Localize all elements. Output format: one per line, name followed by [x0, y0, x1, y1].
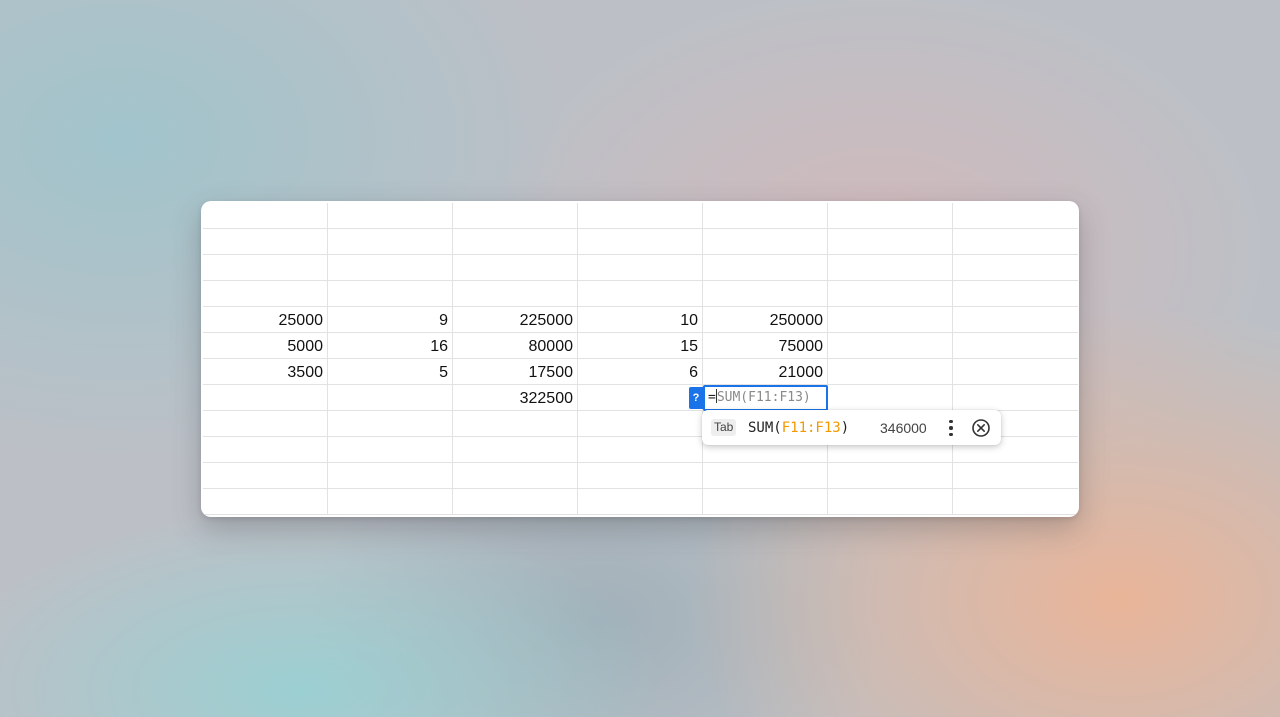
grid-cell[interactable]: [578, 437, 703, 463]
grid-cell[interactable]: [703, 255, 828, 281]
grid-cell[interactable]: [578, 489, 703, 515]
grid-cell[interactable]: [453, 255, 578, 281]
grid-cell[interactable]: 6: [578, 359, 703, 385]
grid-cell[interactable]: [578, 385, 703, 411]
formula-cell-editor[interactable]: =SUM(F11:F13): [703, 385, 828, 411]
editor-typed-text: =: [708, 390, 716, 405]
grid-cell[interactable]: [328, 281, 453, 307]
grid-cell[interactable]: [328, 229, 453, 255]
tab-key-hint: Tab: [711, 419, 737, 436]
grid-cell[interactable]: [828, 463, 953, 489]
grid-cell[interactable]: [328, 411, 453, 437]
grid-cell[interactable]: [828, 203, 953, 229]
grid-cell[interactable]: [203, 255, 328, 281]
grid-cell[interactable]: [328, 203, 453, 229]
grid-cell[interactable]: 75000: [703, 333, 828, 359]
grid-cell[interactable]: [953, 307, 1078, 333]
grid-cell[interactable]: [828, 385, 953, 411]
formula-help-button[interactable]: ?: [689, 387, 703, 409]
more-vertical-icon[interactable]: [943, 416, 959, 440]
grid-cell[interactable]: [953, 385, 1078, 411]
grid-cell[interactable]: [578, 281, 703, 307]
grid-cell[interactable]: 80000: [453, 333, 578, 359]
grid-cell[interactable]: [453, 229, 578, 255]
grid-cell[interactable]: [578, 229, 703, 255]
grid-cell[interactable]: [953, 281, 1078, 307]
grid-cell[interactable]: 25000: [203, 307, 328, 333]
grid-cell[interactable]: [703, 203, 828, 229]
grid-cell[interactable]: [578, 411, 703, 437]
grid-cell[interactable]: [203, 203, 328, 229]
suggested-formula[interactable]: SUM(F11:F13): [748, 419, 849, 437]
suggested-function-close: ): [840, 420, 850, 436]
grid-cell[interactable]: 10: [578, 307, 703, 333]
grid-cell[interactable]: [328, 255, 453, 281]
grid-cell[interactable]: [953, 489, 1078, 515]
spreadsheet-window: 25000 9 225000 10 250000 5000 16 80000 15 75000 35…: [201, 201, 1079, 517]
grid-cell[interactable]: [453, 437, 578, 463]
grid-cell[interactable]: [328, 463, 453, 489]
grid-cell[interactable]: [203, 489, 328, 515]
grid-cell[interactable]: [703, 229, 828, 255]
grid-cell[interactable]: [203, 411, 328, 437]
grid-cell[interactable]: [703, 463, 828, 489]
grid-cell[interactable]: [828, 255, 953, 281]
grid-cell[interactable]: [953, 203, 1078, 229]
grid-cell[interactable]: 5: [328, 359, 453, 385]
editor-autocomplete-ghost: SUM(F11:F13): [716, 390, 811, 405]
grid-cell[interactable]: [203, 229, 328, 255]
grid-cell[interactable]: 225000: [453, 307, 578, 333]
grid-cell[interactable]: [203, 437, 328, 463]
grid-cell[interactable]: [453, 281, 578, 307]
grid-cell[interactable]: [828, 359, 953, 385]
grid-cell[interactable]: 250000: [703, 307, 828, 333]
grid-cell[interactable]: [828, 489, 953, 515]
grid-cell[interactable]: [203, 463, 328, 489]
grid-cell[interactable]: [953, 463, 1078, 489]
grid-cell[interactable]: 17500: [453, 359, 578, 385]
grid-cell[interactable]: [328, 385, 453, 411]
grid-cell[interactable]: [203, 385, 328, 411]
suggested-result-preview: 346000: [880, 420, 927, 436]
grid-cell[interactable]: [828, 333, 953, 359]
spreadsheet-grid: 25000 9 225000 10 250000 5000 16 80000 15 75000 35…: [201, 201, 1079, 517]
close-circle-icon[interactable]: [971, 418, 991, 438]
formula-suggestion-popup: Tab SUM(F11:F13) 346000: [702, 410, 1001, 445]
grid-cell[interactable]: [203, 281, 328, 307]
grid-cell[interactable]: 322500: [453, 385, 578, 411]
grid-cell[interactable]: [578, 203, 703, 229]
grid-cell[interactable]: [828, 307, 953, 333]
grid-cell[interactable]: [328, 437, 453, 463]
suggested-range: F11:F13: [781, 420, 841, 436]
grid-cell[interactable]: 9: [328, 307, 453, 333]
grid-cell[interactable]: 16: [328, 333, 453, 359]
grid-cell[interactable]: [453, 463, 578, 489]
grid-cell[interactable]: [328, 489, 453, 515]
grid-cell[interactable]: [578, 255, 703, 281]
grid-cell[interactable]: [828, 281, 953, 307]
grid-cell[interactable]: [578, 463, 703, 489]
grid-cell[interactable]: [953, 255, 1078, 281]
grid-cell[interactable]: [953, 229, 1078, 255]
grid-cell[interactable]: [453, 411, 578, 437]
grid-cell[interactable]: [453, 203, 578, 229]
grid-cell[interactable]: [953, 359, 1078, 385]
grid-cell[interactable]: [453, 489, 578, 515]
grid-cell[interactable]: [703, 489, 828, 515]
grid-cell[interactable]: 3500: [203, 359, 328, 385]
grid-cell[interactable]: [703, 281, 828, 307]
grid-cell[interactable]: 5000: [203, 333, 328, 359]
grid-cell[interactable]: [828, 229, 953, 255]
grid-cell[interactable]: 15: [578, 333, 703, 359]
grid-cell[interactable]: [953, 333, 1078, 359]
grid-cell[interactable]: 21000: [703, 359, 828, 385]
suggested-function-name: SUM(: [748, 420, 782, 436]
